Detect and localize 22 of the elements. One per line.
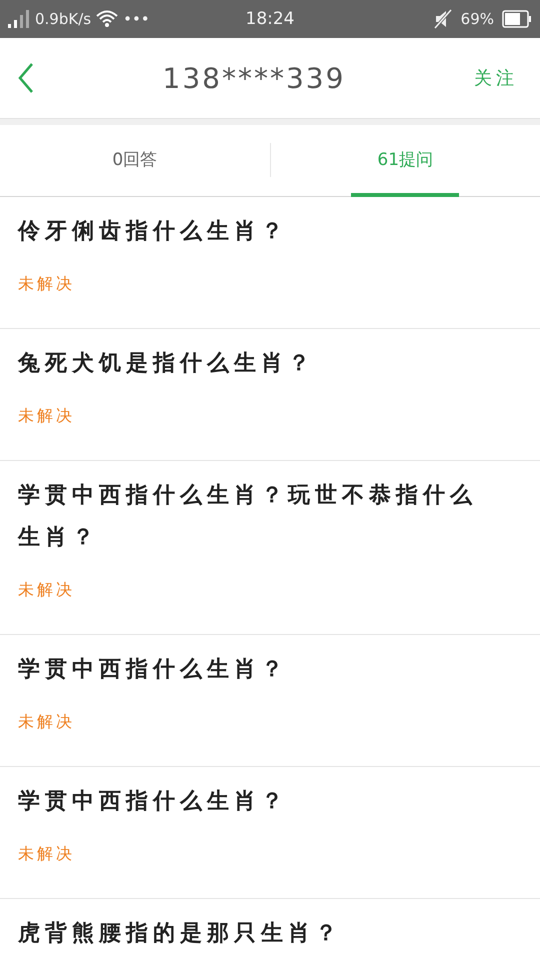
question-title[interactable]: 伶牙俐齿指什么生肖？ bbox=[18, 211, 490, 253]
question-status: 未解决 bbox=[18, 711, 76, 733]
page-title: 138****339 bbox=[162, 62, 346, 94]
question-title[interactable]: 学贯中西指什么生肖？玩世不恭指什么生肖？ bbox=[18, 475, 490, 559]
signal-icon bbox=[8, 10, 30, 28]
muted-speaker-icon bbox=[432, 9, 453, 29]
network-speed: 0.9bK/s bbox=[35, 10, 92, 28]
question-title[interactable]: 虎背熊腰指的是那只生肖？ bbox=[18, 913, 490, 955]
question-title[interactable]: 兔死犬饥是指什么生肖？ bbox=[18, 343, 490, 385]
clock: 18:24 bbox=[246, 9, 294, 29]
wifi-icon bbox=[96, 10, 118, 28]
question-status: 未解决 bbox=[18, 579, 76, 601]
battery-icon bbox=[502, 10, 532, 28]
tab[interactable]: 0回答 bbox=[0, 125, 270, 196]
battery-percent: 69% bbox=[460, 10, 494, 28]
question-status: 未解决 bbox=[18, 405, 76, 427]
more-indicator: ••• bbox=[123, 10, 150, 28]
question-title[interactable]: 学贯中西指什么生肖？ bbox=[18, 781, 490, 823]
question-status: 未解决 bbox=[18, 273, 76, 295]
question-status: 未解决 bbox=[18, 843, 76, 865]
chevron-left-icon bbox=[18, 63, 34, 93]
question-title[interactable]: 学贯中西指什么生肖？ bbox=[18, 649, 490, 691]
